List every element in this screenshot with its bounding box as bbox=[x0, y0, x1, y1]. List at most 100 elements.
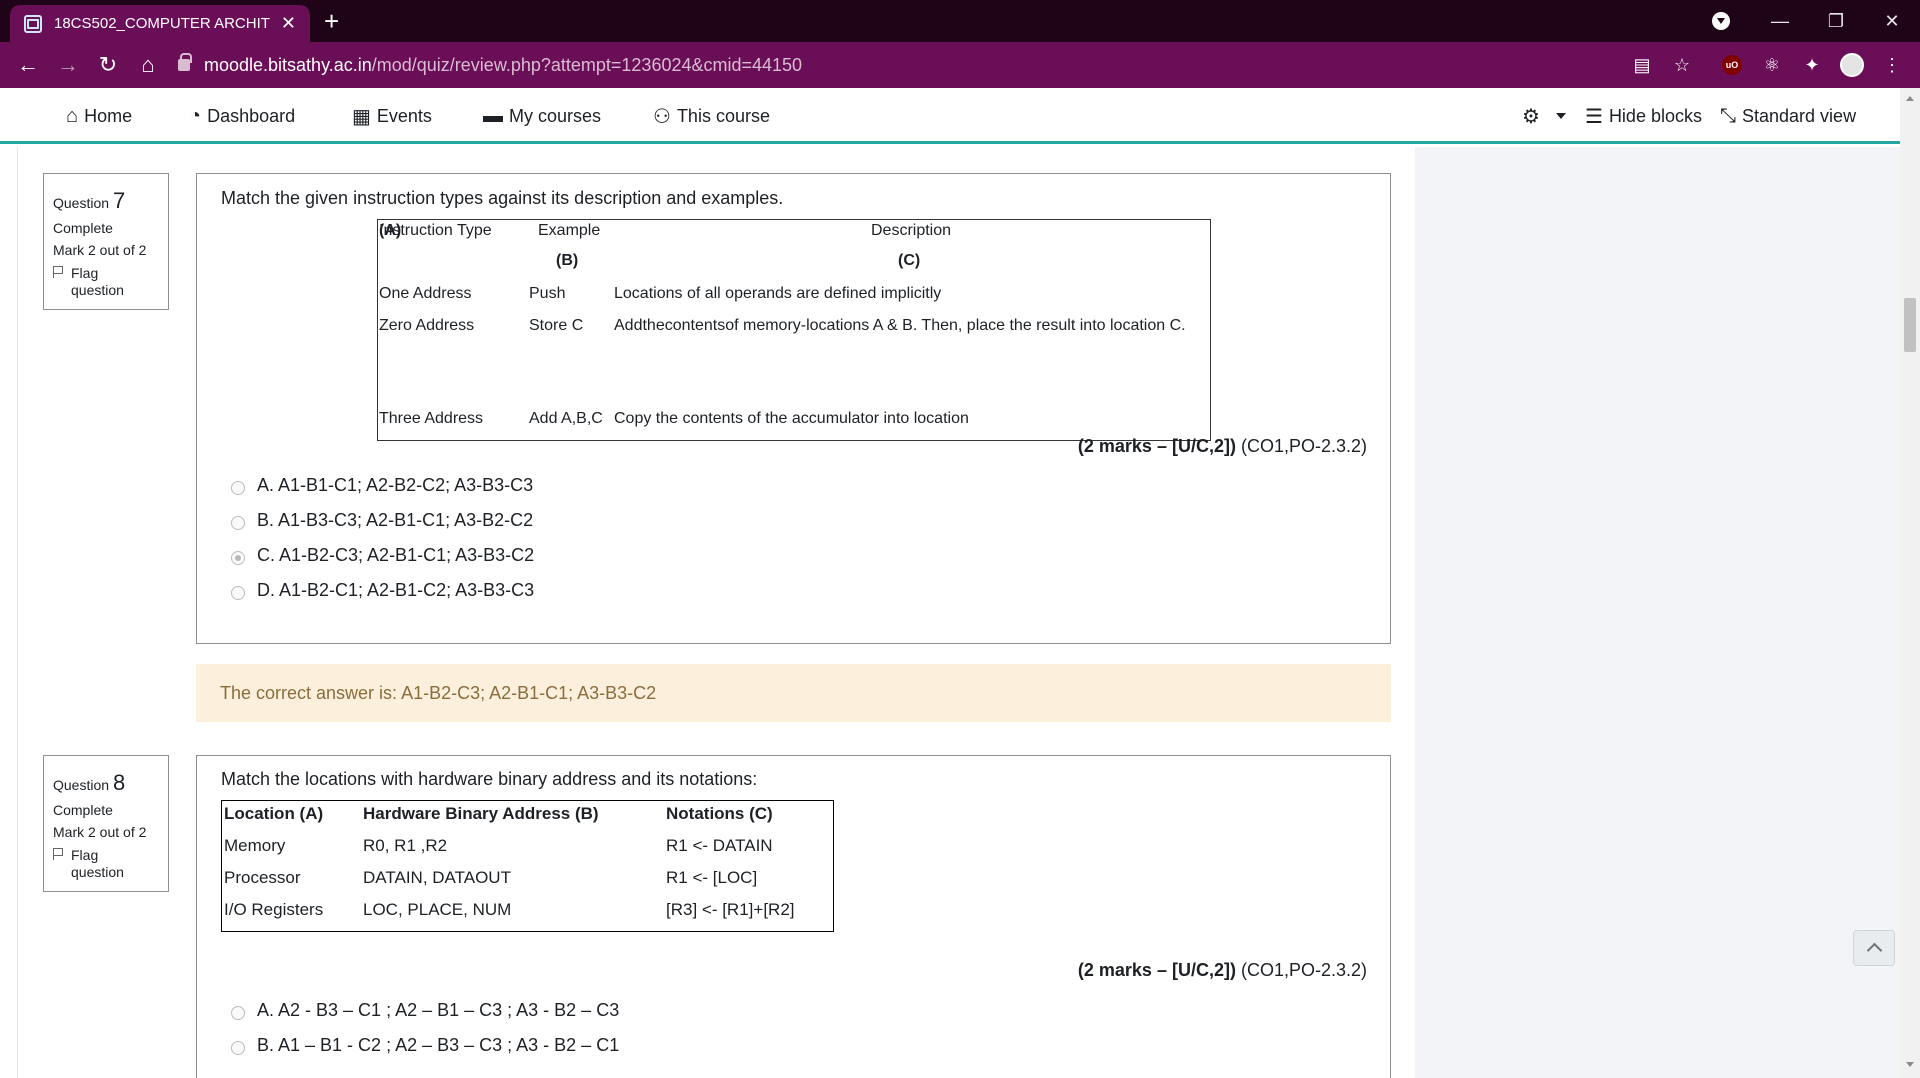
answer-option[interactable]: C. A1-B2-C3; A2-B1-C1; A3-B3-C2 bbox=[231, 545, 534, 566]
hide-blocks-button[interactable]: ☰ Hide blocks bbox=[1585, 102, 1702, 130]
nav-this-course[interactable]: ⚇ This course bbox=[653, 102, 770, 130]
lock-icon bbox=[178, 53, 192, 71]
reader-mode-icon[interactable]: ▤ bbox=[1630, 53, 1654, 77]
minimize-icon[interactable]: — bbox=[1752, 0, 1808, 42]
radio-button[interactable] bbox=[231, 480, 245, 495]
nav-my-courses[interactable]: ▬ My courses bbox=[483, 102, 601, 130]
back-to-top-button[interactable] bbox=[1853, 930, 1895, 966]
question-label: Question bbox=[53, 777, 110, 793]
dashboard-icon: ◔ bbox=[189, 104, 202, 127]
nav-dashboard[interactable]: ◔ Dashboard bbox=[189, 102, 295, 130]
table-cell: One Address bbox=[379, 285, 472, 302]
question-grade: Mark 2 out of 2 bbox=[53, 823, 147, 840]
header-letter: (A) bbox=[379, 222, 402, 239]
nav-home[interactable]: ⌂ Home bbox=[66, 102, 132, 130]
table-cell: Zero Address bbox=[379, 317, 475, 334]
table-header-letter: (B) bbox=[556, 252, 579, 269]
radio-button[interactable] bbox=[231, 585, 245, 600]
moodle-navbar: ⌂ Home ◔ Dashboard ▦ Events ▬ My courses… bbox=[0, 88, 1900, 144]
reload-icon[interactable]: ↻ bbox=[88, 42, 128, 88]
flag-question-label: Flag question bbox=[71, 847, 124, 881]
page-scrollbar[interactable] bbox=[1900, 88, 1920, 1078]
answer-option[interactable]: B. A1-B3-C3; A2-B1-C1; A3-B2-C2 bbox=[231, 510, 533, 531]
question-info-7: Question 7 Complete Mark 2 out of 2 Flag… bbox=[43, 173, 169, 310]
tab-close-icon[interactable]: ✕ bbox=[281, 13, 296, 34]
nav-events-label: Events bbox=[376, 105, 432, 126]
browser-tab-strip: 18CS502_COMPUTER ARCHITECT ✕ + — ❐ ✕ bbox=[0, 0, 1920, 42]
standard-view-label: Standard view bbox=[1742, 105, 1857, 126]
standard-view-button[interactable]: ⤡ Standard view bbox=[1720, 102, 1856, 130]
table-cell: Copy the contents of the accumulator int… bbox=[614, 410, 969, 427]
table-header-cell: Location (A) bbox=[224, 804, 324, 823]
browser-tab[interactable]: 18CS502_COMPUTER ARCHITECT ✕ bbox=[10, 5, 310, 42]
instruction-types-table: Instruction Type (A) Example (B) Descrip… bbox=[377, 219, 1211, 441]
restore-icon[interactable]: ❐ bbox=[1808, 0, 1864, 42]
flag-question-button[interactable]: Flag question bbox=[53, 847, 159, 881]
scroll-up-arrow-icon[interactable] bbox=[1906, 96, 1914, 101]
back-icon[interactable]: ← bbox=[8, 42, 48, 88]
answer-option[interactable]: A. A1-B1-C1; A2-B2-C2; A3-B3-C3 bbox=[231, 475, 533, 496]
list-icon: ☰ bbox=[1585, 105, 1603, 128]
answer-option[interactable]: B. A1 – B1 - C2 ; A2 – B3 – C3 ; A3 - B2… bbox=[231, 1035, 619, 1056]
moodle-favicon-icon bbox=[24, 14, 42, 33]
table-cell: Store C bbox=[529, 317, 584, 334]
profile-avatar-icon[interactable] bbox=[1840, 53, 1864, 77]
nav-events[interactable]: ▦ Events bbox=[352, 102, 432, 130]
question-grade: Mark 2 out of 2 bbox=[53, 241, 147, 258]
nav-my-courses-label: My courses bbox=[509, 105, 602, 126]
question-prompt: Match the locations with hardware binary… bbox=[221, 769, 758, 789]
tab-search-icon[interactable] bbox=[1712, 12, 1730, 30]
locations-table: Location (A) Hardware Binary Address (B)… bbox=[221, 800, 834, 932]
flag-icon bbox=[53, 266, 63, 279]
table-cell: Push bbox=[529, 285, 566, 302]
extensions-puzzle-icon[interactable]: ✦ bbox=[1800, 53, 1824, 77]
react-devtools-icon[interactable]: ⚛ bbox=[1760, 53, 1784, 77]
table-header-cell: Example bbox=[538, 222, 601, 239]
scroll-down-arrow-icon[interactable] bbox=[1906, 1062, 1914, 1067]
browser-menu-icon[interactable]: ⋮ bbox=[1880, 53, 1904, 77]
flag-question-button[interactable]: Flag question bbox=[53, 265, 159, 299]
answer-option[interactable]: A. A2 - B3 – C1 ; A2 – B1 – C3 ; A3 - B2… bbox=[231, 1000, 619, 1021]
block-region bbox=[1415, 147, 1900, 1078]
answer-option-label: B. A1-B3-C3; A2-B1-C1; A3-B2-C2 bbox=[257, 510, 534, 530]
question-number-value: 8 bbox=[112, 770, 126, 795]
table-header-cell: Description bbox=[871, 222, 952, 239]
avatar bbox=[1840, 53, 1864, 77]
answer-option[interactable]: D. A1-B2-C1; A2-B1-C2; A3-B3-C3 bbox=[231, 580, 534, 601]
radio-button[interactable] bbox=[231, 1040, 245, 1055]
table-cell: Locations of all operands are defined im… bbox=[614, 285, 942, 302]
flag-question-label: Flag question bbox=[71, 265, 124, 299]
table-cell: DATAIN, DATAOUT bbox=[363, 868, 511, 887]
table-cell: Three Address bbox=[379, 410, 484, 427]
question-prompt: Match the given instruction types agains… bbox=[221, 188, 784, 208]
table-cell: R1 <- DATAIN bbox=[666, 836, 773, 855]
radio-button-selected[interactable] bbox=[231, 550, 245, 565]
url-bar[interactable]: moodle.bitsathy.ac.in/mod/quiz/review.ph… bbox=[178, 51, 1678, 79]
answer-option-label: A. A2 - B3 – C1 ; A2 – B1 – C3 ; A3 - B2… bbox=[257, 1000, 620, 1020]
table-cell: LOC, PLACE, NUM bbox=[363, 900, 512, 919]
table-cell: I/O Registers bbox=[224, 900, 324, 919]
forward-icon[interactable]: → bbox=[48, 42, 88, 88]
answer-option-label: A. A1-B1-C1; A2-B2-C2; A3-B3-C3 bbox=[257, 475, 534, 495]
bookmark-star-icon[interactable]: ☆ bbox=[1670, 53, 1694, 77]
window-close-icon[interactable]: ✕ bbox=[1864, 0, 1920, 42]
question-number-value: 7 bbox=[112, 188, 126, 213]
settings-menu[interactable]: ⚙ bbox=[1522, 102, 1566, 130]
compress-icon: ⤡ bbox=[1720, 104, 1736, 127]
url-path: /mod/quiz/review.php?attempt=1236024&cmi… bbox=[371, 54, 803, 75]
ublock-extension-icon[interactable]: uO bbox=[1720, 53, 1744, 77]
ublock-badge: uO bbox=[1722, 55, 1742, 75]
radio-button[interactable] bbox=[231, 515, 245, 530]
scrollbar-thumb[interactable] bbox=[1904, 298, 1916, 352]
question-number: Question 7 bbox=[53, 184, 159, 218]
flag-label-line2: question bbox=[71, 282, 124, 299]
left-drawer-strip bbox=[0, 147, 18, 1078]
table-cell: Addthecontentsof memory-locations A & B.… bbox=[614, 317, 1186, 334]
table-cell: [R3] <- [R1]+[R2] bbox=[666, 900, 795, 919]
home-icon: ⌂ bbox=[66, 104, 79, 127]
new-tab-button[interactable]: + bbox=[324, 6, 339, 37]
radio-button[interactable] bbox=[231, 1005, 245, 1020]
tab-title: 18CS502_COMPUTER ARCHITECT bbox=[54, 15, 271, 32]
marks-outcomes: (CO1,PO-2.3.2) bbox=[1235, 436, 1367, 456]
home-icon[interactable]: ⌂ bbox=[128, 42, 168, 88]
